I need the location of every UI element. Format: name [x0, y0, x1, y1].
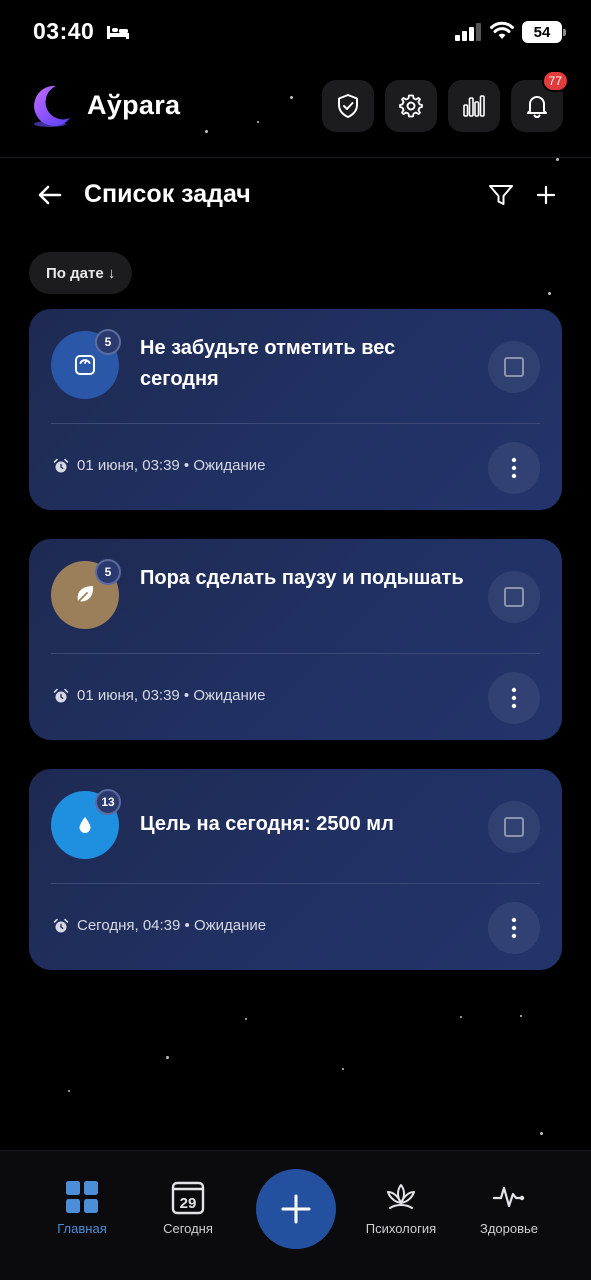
back-arrow-icon[interactable] — [36, 182, 64, 208]
pulse-icon — [492, 1186, 525, 1208]
app-header: Аўрara 77 — [0, 64, 591, 158]
task-meta: 01 июня, 03:39 • Ожидание — [53, 687, 266, 704]
alarm-clock-icon — [53, 918, 69, 932]
notification-count-badge: 77 — [541, 70, 569, 92]
nav-home-label: Главная — [57, 1221, 107, 1236]
plus-icon — [281, 1194, 311, 1224]
filter-icon[interactable] — [487, 182, 515, 208]
task-date-status: 01 июня, 03:39 • Ожидание — [77, 457, 266, 474]
shield-check-icon — [338, 94, 358, 118]
moon-logo-icon — [34, 85, 70, 127]
task-meta: 01 июня, 03:39 • Ожидание — [53, 457, 266, 474]
statistics-button[interactable] — [448, 80, 500, 132]
nav-home[interactable]: Главная — [27, 1179, 137, 1236]
task-date-status: Сегодня, 04:39 • Ожидание — [77, 917, 267, 934]
task-count-badge: 13 — [95, 789, 121, 815]
scale-icon — [75, 355, 95, 375]
more-vertical-icon — [511, 687, 517, 709]
task-title: Не забудьте отметить вес сегодня — [140, 337, 396, 390]
bottom-nav: Главная 29 Сегодня Психология Здоровье — [0, 1150, 591, 1280]
status-time: 03:40 — [33, 18, 95, 44]
task-card[interactable]: 13 Цель на сегодня: 2500 мл Сегодня, 04:… — [29, 769, 562, 970]
nav-psychology[interactable]: Психология — [346, 1179, 456, 1236]
task-count-badge: 5 — [95, 329, 121, 355]
bar-chart-icon — [463, 95, 485, 117]
bed-icon — [107, 26, 129, 39]
nav-today[interactable]: 29 Сегодня — [133, 1179, 243, 1236]
task-count-badge: 5 — [95, 559, 121, 585]
gear-icon — [399, 94, 423, 118]
task-title: Пора сделать паузу и подышать — [140, 567, 464, 589]
nav-health-label: Здоровье — [479, 1221, 539, 1236]
nav-today-label: Сегодня — [163, 1221, 213, 1236]
task-menu-button[interactable] — [488, 902, 540, 954]
grid-icon — [66, 1181, 98, 1213]
alarm-clock-icon — [53, 458, 69, 472]
divider — [51, 883, 540, 884]
add-fab-button[interactable] — [256, 1169, 336, 1249]
task-card[interactable]: 5 Не забудьте отметить вес сегодня 01 ию… — [29, 309, 562, 510]
signal-icon — [455, 23, 481, 41]
leaf-icon — [75, 586, 94, 605]
add-icon[interactable] — [534, 182, 558, 208]
nav-health[interactable]: Здоровье — [454, 1179, 564, 1236]
sort-by-date-chip[interactable]: По дате ↓ — [29, 252, 133, 294]
wifi-icon — [490, 21, 514, 39]
task-date-status: 01 июня, 03:39 • Ожидание — [77, 687, 266, 704]
settings-button[interactable] — [385, 80, 437, 132]
page-title-row: Список задач — [0, 172, 591, 218]
more-vertical-icon — [511, 457, 517, 479]
page-title: Список задач — [84, 180, 251, 208]
app-name: Аўрara — [87, 90, 181, 120]
divider — [51, 653, 540, 654]
task-meta: Сегодня, 04:39 • Ожидание — [53, 917, 266, 934]
more-vertical-icon — [511, 917, 517, 939]
task-card[interactable]: 5 Пора сделать паузу и подышать 01 июня,… — [29, 539, 562, 740]
task-menu-button[interactable] — [488, 442, 540, 494]
calendar-icon: 29 — [171, 1181, 205, 1215]
nav-psychology-label: Психология — [365, 1221, 437, 1236]
lotus-icon — [387, 1184, 415, 1209]
battery-indicator: 54 — [522, 21, 566, 43]
task-menu-button[interactable] — [488, 672, 540, 724]
task-checkbox[interactable] — [488, 801, 540, 853]
task-title: Цель на сегодня: 2500 мл — [140, 813, 394, 835]
notifications-button[interactable]: 77 — [511, 70, 569, 132]
status-bar: 03:40 54 — [0, 0, 591, 64]
calendar-day: 29 — [180, 1195, 197, 1212]
water-drop-icon — [79, 817, 91, 833]
security-button[interactable] — [322, 80, 374, 132]
task-checkbox[interactable] — [488, 571, 540, 623]
divider — [51, 423, 540, 424]
task-checkbox[interactable] — [488, 341, 540, 393]
bell-icon — [527, 96, 547, 118]
alarm-clock-icon — [53, 688, 69, 702]
